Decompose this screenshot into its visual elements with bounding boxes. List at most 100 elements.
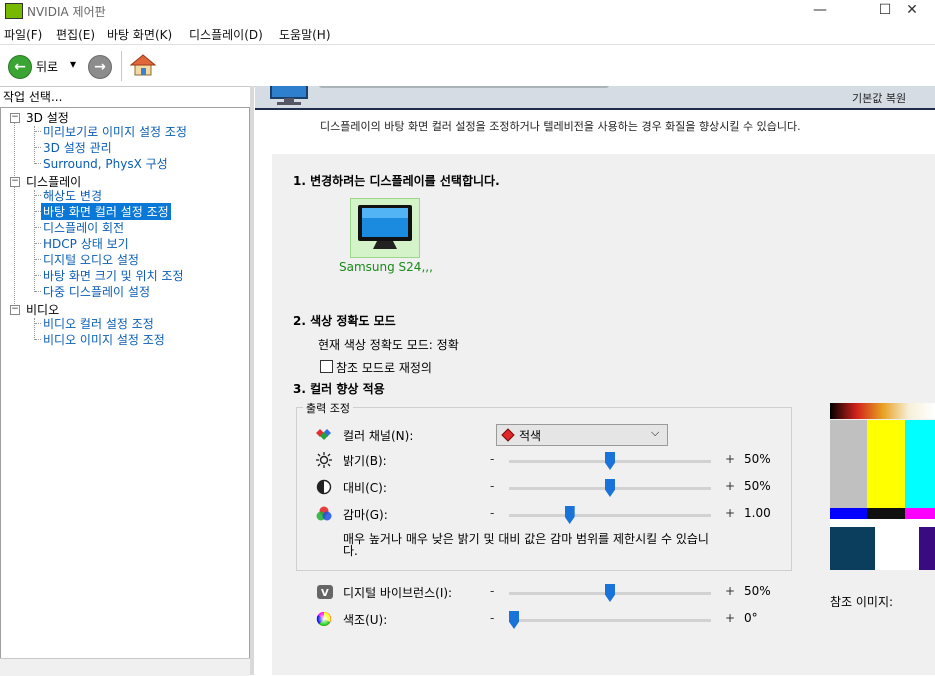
tree-collapse-icon[interactable]: − bbox=[10, 113, 20, 123]
page-title-clipped bbox=[319, 86, 609, 88]
slider-plus-label: + bbox=[725, 506, 736, 520]
slider-minus-label: - bbox=[490, 611, 495, 625]
contrast-icon bbox=[316, 479, 332, 498]
ref-gray-bar bbox=[830, 420, 867, 508]
tree-item-resolution[interactable]: 해상도 변경 bbox=[43, 187, 102, 204]
tree-bottom-strip bbox=[0, 658, 250, 676]
contrast-value: 50% bbox=[744, 479, 771, 493]
pane-splitter[interactable] bbox=[250, 86, 254, 675]
back-button-label[interactable]: 뒤로 bbox=[36, 58, 58, 75]
color-channel-value: 적색 bbox=[519, 429, 542, 443]
brightness-label: 밝기(B): bbox=[343, 454, 387, 468]
section-select-display-title: 1. 변경하려는 디스플레이를 선택합니다. bbox=[293, 174, 500, 188]
restore-defaults-link[interactable]: 기본값 복원 bbox=[852, 90, 906, 106]
menu-desktop[interactable]: 바탕 화면(K) bbox=[107, 26, 172, 43]
reference-image-label: 참조 이미지: bbox=[830, 595, 894, 609]
slider-plus-label: + bbox=[725, 452, 736, 466]
tree-collapse-icon[interactable]: − bbox=[10, 177, 20, 187]
output-adjust-label: 출력 조정 bbox=[303, 400, 353, 416]
slider-plus-label: + bbox=[725, 584, 736, 598]
ref-white-block bbox=[875, 527, 919, 570]
tree-collapse-icon[interactable]: − bbox=[10, 305, 20, 315]
ref-blue-strip bbox=[830, 508, 867, 519]
window-title: NVIDIA 제어판 bbox=[27, 5, 106, 19]
tree-item-hdcp-status[interactable]: HDCP 상태 보기 bbox=[43, 235, 129, 252]
task-tree: − 3D 설정 미리보기로 이미지 설정 조정 3D 설정 관리 Surroun… bbox=[0, 107, 250, 660]
tree-item-video-image[interactable]: 비디오 이미지 설정 조정 bbox=[43, 331, 165, 348]
tree-item-rotate-display[interactable]: 디스플레이 회전 bbox=[43, 219, 124, 236]
ref-gradient-bar bbox=[830, 403, 935, 419]
tree-item-desktop-size[interactable]: 바탕 화면 크기 및 위치 조정 bbox=[43, 267, 184, 284]
slider-minus-label: - bbox=[490, 479, 495, 493]
section-color-accuracy-title: 2. 색상 정확도 모드 bbox=[293, 314, 396, 328]
tree-item-multi-display[interactable]: 다중 디스플레이 설정 bbox=[43, 283, 150, 300]
display-tile[interactable] bbox=[350, 198, 420, 258]
color-channel-label: 컬러 채널(N): bbox=[343, 429, 414, 443]
home-icon[interactable] bbox=[130, 53, 156, 77]
tree-item-manage-3d[interactable]: 3D 설정 관리 bbox=[43, 139, 112, 156]
contrast-label: 대비(C): bbox=[343, 481, 387, 495]
slider-minus-label: - bbox=[490, 584, 495, 598]
monitor-icon bbox=[358, 205, 412, 249]
forward-arrow-icon[interactable]: → bbox=[88, 55, 112, 79]
vibrance-value: 50% bbox=[744, 584, 771, 598]
hue-slider[interactable] bbox=[509, 619, 711, 622]
nvidia-app-icon bbox=[5, 3, 23, 19]
section-color-enhancement-title: 3. 컬러 향상 적용 bbox=[293, 382, 385, 396]
ref-black-strip bbox=[867, 508, 905, 519]
ref-magenta-strip bbox=[905, 508, 935, 519]
tree-item-surround-physx[interactable]: Surround, PhysX 구성 bbox=[43, 155, 168, 172]
minimize-button[interactable]: — bbox=[797, 0, 843, 22]
menu-bar: 파일(F) 편집(E) 바탕 화면(K) 디스플레이(D) 도움말(H) bbox=[0, 23, 935, 43]
tree-item-video-color[interactable]: 비디오 컬러 설정 조정 bbox=[43, 315, 154, 332]
slider-minus-label: - bbox=[490, 452, 495, 466]
hue-value: 0° bbox=[744, 611, 758, 625]
red-diamond-icon bbox=[501, 428, 515, 442]
vibrance-label: 디지털 바이브런스(I): bbox=[343, 586, 453, 600]
gamma-value: 1.00 bbox=[744, 506, 771, 520]
menu-file[interactable]: 파일(F) bbox=[4, 26, 42, 43]
reference-image bbox=[830, 403, 935, 570]
vibrance-icon: V bbox=[316, 584, 334, 603]
tree-item-digital-audio[interactable]: 디지털 오디오 설정 bbox=[43, 251, 139, 268]
page-header: 기본값 복원 bbox=[255, 86, 935, 108]
brightness-value: 50% bbox=[744, 452, 771, 466]
page-description: 디스플레이의 바탕 화면 컬러 설정을 조정하거나 텔레비전을 사용하는 경우 … bbox=[320, 120, 801, 133]
ref-navy-block bbox=[830, 527, 875, 570]
ref-cyan-bar bbox=[905, 420, 935, 508]
menu-display[interactable]: 디스플레이(D) bbox=[189, 26, 263, 43]
tree-item-desktop-color[interactable]: 바탕 화면 컬러 설정 조정 bbox=[41, 203, 171, 220]
tree-item-preview-image[interactable]: 미리보기로 이미지 설정 조정 bbox=[43, 123, 187, 140]
gamma-slider[interactable] bbox=[509, 514, 711, 517]
gamma-note: 매우 높거나 매우 낮은 밝기 및 대비 값은 감마 범위를 제한시킬 수 있습… bbox=[343, 532, 709, 558]
display-settings-icon bbox=[270, 86, 308, 105]
display-name-label: Samsung S24,,, bbox=[339, 260, 433, 274]
reference-mode-checkbox[interactable] bbox=[320, 360, 333, 373]
slider-minus-label: - bbox=[490, 506, 495, 520]
toolbar: ← 뒤로 ▾ → bbox=[0, 44, 935, 87]
color-channel-icon bbox=[316, 429, 331, 440]
menu-edit[interactable]: 편집(E) bbox=[56, 26, 95, 43]
task-select-label: 작업 선택... bbox=[3, 90, 63, 104]
ref-purple-block bbox=[919, 527, 935, 570]
hue-wheel-icon bbox=[316, 611, 332, 630]
rgb-circles-icon bbox=[316, 506, 332, 525]
toolbar-separator bbox=[121, 51, 122, 81]
color-channel-select[interactable]: 적색 ⌵ bbox=[496, 424, 668, 446]
header-separator bbox=[255, 108, 935, 110]
slider-plus-label: + bbox=[725, 479, 736, 493]
hue-label: 색조(U): bbox=[343, 613, 388, 627]
title-bar: NVIDIA 제어판 — ☐ ✕ bbox=[0, 0, 935, 22]
back-arrow-icon[interactable]: ← bbox=[8, 55, 32, 79]
svg-text:V: V bbox=[321, 588, 329, 599]
close-button[interactable]: ✕ bbox=[889, 0, 935, 22]
ref-white-gap bbox=[830, 519, 935, 527]
menu-help[interactable]: 도움말(H) bbox=[279, 26, 331, 43]
ref-yellow-bar bbox=[867, 420, 905, 508]
reference-mode-label: 참조 모드로 재정의 bbox=[336, 361, 432, 375]
chevron-down-icon: ⌵ bbox=[651, 426, 660, 439]
current-accuracy-mode: 현재 색상 정확도 모드: 정확 bbox=[318, 338, 459, 352]
slider-plus-label: + bbox=[725, 611, 736, 625]
back-history-dropdown-icon[interactable]: ▾ bbox=[70, 57, 76, 71]
sun-icon bbox=[316, 452, 332, 471]
